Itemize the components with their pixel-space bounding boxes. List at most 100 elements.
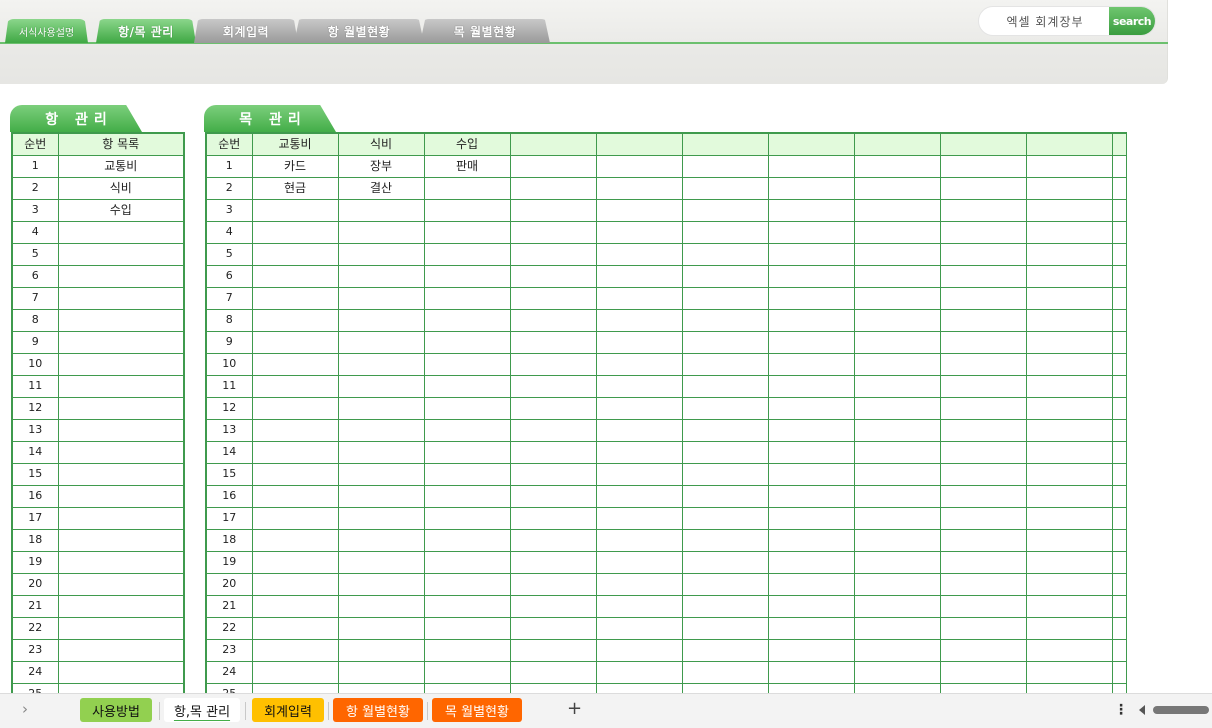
row-number[interactable]: 22 xyxy=(205,616,253,640)
mok-item-cell[interactable] xyxy=(1111,352,1127,376)
mok-item-cell[interactable] xyxy=(423,638,511,662)
mok-item-cell[interactable] xyxy=(681,660,769,684)
mok-item-cell[interactable] xyxy=(337,198,425,222)
mok-item-cell[interactable] xyxy=(853,440,941,464)
mok-item-cell[interactable] xyxy=(939,176,1027,200)
mok-item-cell[interactable]: 카드 xyxy=(251,154,339,178)
mok-item-cell[interactable] xyxy=(853,506,941,530)
row-number[interactable]: 12 xyxy=(11,396,59,420)
row-number[interactable]: 11 xyxy=(11,374,59,398)
mok-item-cell[interactable] xyxy=(251,572,339,596)
mok-item-cell[interactable] xyxy=(1025,572,1113,596)
mok-item-cell[interactable]: 장부 xyxy=(337,154,425,178)
mok-item-cell[interactable] xyxy=(1025,330,1113,354)
tab-hang-monthly[interactable]: 항 월별현황 xyxy=(294,19,424,43)
mok-item-cell[interactable] xyxy=(251,330,339,354)
mok-item-cell[interactable] xyxy=(1111,506,1127,530)
hang-item-cell[interactable] xyxy=(57,506,185,530)
mok-item-cell[interactable] xyxy=(251,418,339,442)
hang-item-cell[interactable] xyxy=(57,264,185,288)
mok-item-cell[interactable] xyxy=(681,484,769,508)
mok-item-cell[interactable] xyxy=(595,286,683,310)
row-number[interactable]: 6 xyxy=(205,264,253,288)
mok-item-cell[interactable] xyxy=(423,264,511,288)
mok-item-cell[interactable] xyxy=(939,550,1027,574)
mok-item-cell[interactable] xyxy=(251,264,339,288)
mok-item-cell[interactable] xyxy=(853,154,941,178)
row-number[interactable]: 5 xyxy=(205,242,253,266)
mok-item-cell[interactable] xyxy=(767,594,855,618)
hang-item-cell[interactable] xyxy=(57,418,185,442)
mok-item-cell[interactable] xyxy=(509,330,597,354)
mok-item-cell[interactable] xyxy=(767,462,855,486)
mok-item-cell[interactable] xyxy=(423,440,511,464)
mok-item-cell[interactable] xyxy=(681,506,769,530)
mok-item-cell[interactable] xyxy=(1111,462,1127,486)
mok-item-cell[interactable] xyxy=(1111,572,1127,596)
mok-item-cell[interactable] xyxy=(767,440,855,464)
mok-item-cell[interactable] xyxy=(939,660,1027,684)
mok-item-cell[interactable] xyxy=(509,242,597,266)
mok-item-cell[interactable] xyxy=(509,638,597,662)
more-vertical-icon[interactable]: ⋮ xyxy=(1114,702,1128,718)
column-header[interactable] xyxy=(853,132,941,156)
mok-item-cell[interactable] xyxy=(337,308,425,332)
mok-item-cell[interactable] xyxy=(337,462,425,486)
mok-item-cell[interactable] xyxy=(939,242,1027,266)
mok-item-cell[interactable] xyxy=(853,264,941,288)
row-number[interactable]: 16 xyxy=(11,484,59,508)
mok-item-cell[interactable] xyxy=(595,506,683,530)
mok-item-cell[interactable] xyxy=(423,528,511,552)
row-number[interactable]: 10 xyxy=(11,352,59,376)
mok-item-cell[interactable] xyxy=(509,154,597,178)
mok-item-cell[interactable] xyxy=(767,308,855,332)
mok-item-cell[interactable] xyxy=(939,330,1027,354)
column-header[interactable] xyxy=(939,132,1027,156)
row-number[interactable]: 10 xyxy=(205,352,253,376)
mok-item-cell[interactable] xyxy=(1025,198,1113,222)
mok-item-cell[interactable] xyxy=(509,352,597,376)
horizontal-scrollbar[interactable] xyxy=(1153,706,1209,714)
mok-item-cell[interactable] xyxy=(1111,484,1127,508)
mok-item-cell[interactable] xyxy=(939,308,1027,332)
mok-item-cell[interactable] xyxy=(595,352,683,376)
mok-item-cell[interactable] xyxy=(1025,264,1113,288)
row-number[interactable]: 3 xyxy=(11,198,59,222)
mok-item-cell[interactable] xyxy=(423,286,511,310)
mok-item-cell[interactable] xyxy=(1025,396,1113,420)
mok-item-cell[interactable] xyxy=(767,242,855,266)
mok-item-cell[interactable] xyxy=(337,352,425,376)
mok-item-cell[interactable] xyxy=(681,308,769,332)
mok-item-cell[interactable] xyxy=(423,176,511,200)
mok-item-cell[interactable] xyxy=(853,462,941,486)
mok-item-cell[interactable] xyxy=(1111,308,1127,332)
search-input[interactable]: 엑셀 회계장부 xyxy=(979,7,1111,35)
mok-item-cell[interactable] xyxy=(939,154,1027,178)
hang-item-cell[interactable] xyxy=(57,440,185,464)
row-number[interactable]: 20 xyxy=(205,572,253,596)
mok-item-cell[interactable]: 판매 xyxy=(423,154,511,178)
mok-item-cell[interactable] xyxy=(1025,308,1113,332)
row-number[interactable]: 17 xyxy=(205,506,253,530)
mok-item-cell[interactable] xyxy=(595,572,683,596)
mok-item-cell[interactable] xyxy=(337,330,425,354)
hang-item-cell[interactable] xyxy=(57,638,185,662)
mok-item-cell[interactable] xyxy=(939,286,1027,310)
mok-item-cell[interactable]: 현금 xyxy=(251,176,339,200)
mok-item-cell[interactable] xyxy=(681,396,769,420)
mok-item-cell[interactable] xyxy=(337,550,425,574)
row-number[interactable]: 18 xyxy=(11,528,59,552)
mok-item-cell[interactable] xyxy=(1025,286,1113,310)
mok-item-cell[interactable] xyxy=(1111,220,1127,244)
column-header[interactable]: 식비 xyxy=(337,132,425,156)
row-number[interactable]: 24 xyxy=(205,660,253,684)
mok-item-cell[interactable] xyxy=(251,506,339,530)
mok-item-cell[interactable] xyxy=(509,462,597,486)
mok-item-cell[interactable] xyxy=(939,594,1027,618)
mok-item-cell[interactable] xyxy=(251,198,339,222)
row-number[interactable]: 13 xyxy=(11,418,59,442)
mok-item-cell[interactable] xyxy=(1025,550,1113,574)
mok-item-cell[interactable] xyxy=(1111,374,1127,398)
mok-item-cell[interactable] xyxy=(595,154,683,178)
mok-item-cell[interactable] xyxy=(939,220,1027,244)
